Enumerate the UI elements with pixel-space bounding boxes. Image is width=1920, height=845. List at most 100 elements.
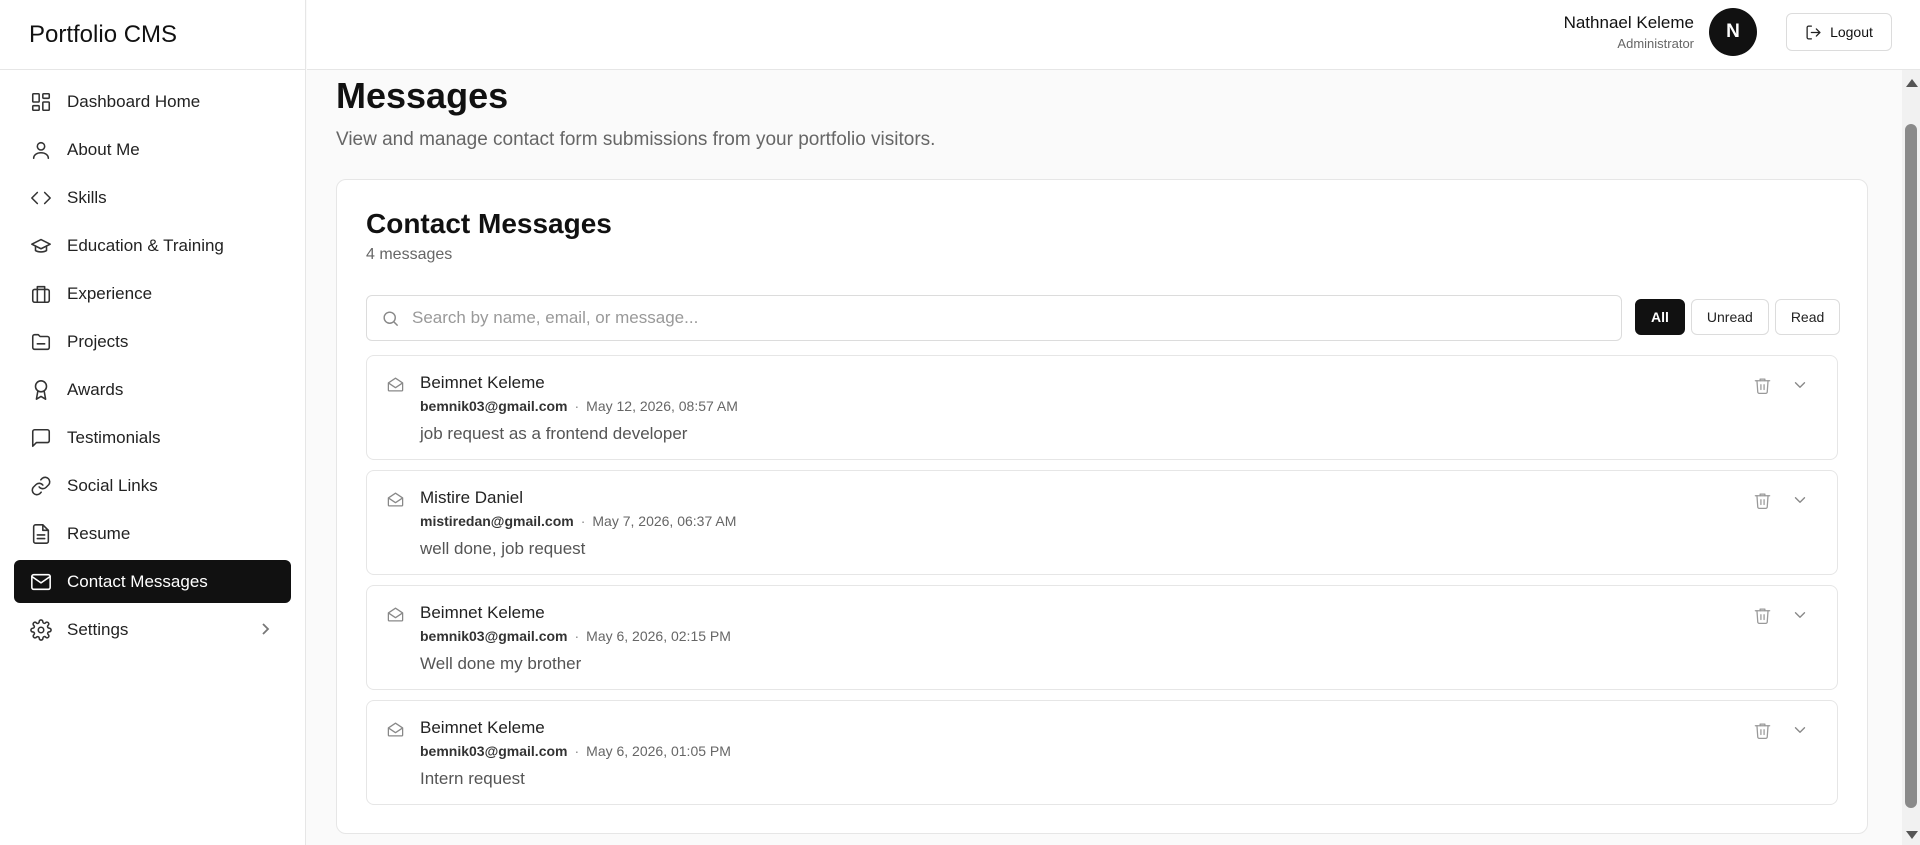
sidebar-item-skills[interactable]: Skills	[14, 176, 291, 219]
sender-email: bemnik03@gmail.com	[420, 743, 568, 759]
scroll-up-arrow-icon[interactable]	[1906, 79, 1918, 87]
scrollbar[interactable]	[1902, 70, 1920, 845]
message-meta: bemnik03@gmail.com · May 6, 2026, 02:15 PM	[420, 628, 731, 644]
user-name: Nathnael Keleme	[1563, 13, 1694, 32]
link-icon	[29, 474, 53, 498]
card-title: Contact Messages	[366, 208, 612, 239]
sidebar-item-dashboard-home[interactable]: Dashboard Home	[14, 80, 291, 123]
message-square-icon	[29, 426, 53, 450]
sidebar-item-label: Education & Training	[67, 235, 224, 255]
logout-icon	[1806, 24, 1821, 40]
filter-all-button[interactable]: All	[1635, 299, 1685, 335]
message-count: 4 messages	[366, 246, 453, 263]
sender-name: Beimnet Keleme	[420, 603, 545, 622]
separator-dot: ·	[574, 398, 580, 414]
chevron-down-icon[interactable]	[1791, 491, 1811, 511]
dashboard-icon	[29, 90, 53, 114]
separator-dot: ·	[580, 513, 586, 529]
sidebar-item-label: Projects	[67, 331, 129, 351]
sidebar-item-label: Skills	[67, 187, 107, 207]
user-info: Nathnael Keleme Administrator	[1564, 13, 1694, 51]
sidebar-item-education[interactable]: Education & Training	[14, 224, 291, 267]
code-icon	[29, 186, 53, 210]
sender-name: Mistire Daniel	[420, 488, 523, 507]
message-item[interactable]: Mistire Daniel mistiredan@gmail.com · May …	[366, 470, 1838, 575]
sidebar-item-settings[interactable]: Settings	[14, 608, 291, 651]
chevron-down-icon[interactable]	[1791, 606, 1811, 626]
folder-icon	[29, 330, 53, 354]
search-box	[366, 295, 1622, 341]
sidebar-item-label: Social Links	[67, 475, 158, 495]
mail-open-icon	[386, 375, 406, 395]
message-item[interactable]: Beimnet Keleme bemnik03@gmail.com · May 6,…	[366, 700, 1838, 805]
briefcase-icon	[29, 282, 53, 306]
file-text-icon	[29, 522, 53, 546]
filter-group: All Unread Read	[1635, 299, 1841, 335]
message-date: May 6, 2026, 02:15 PM	[586, 628, 731, 644]
scrollbar-thumb[interactable]	[1905, 124, 1917, 808]
sidebar-nav: Dashboard Home About Me Skills Education…	[0, 70, 305, 666]
mail-open-icon	[386, 720, 406, 740]
mail-open-icon	[386, 605, 406, 625]
sidebar-item-label: About Me	[67, 139, 140, 159]
sidebar-item-label: Experience	[67, 283, 153, 303]
separator-dot: ·	[574, 743, 580, 759]
filter-unread-button[interactable]: Unread	[1690, 299, 1769, 335]
contact-messages-card: Contact Messages 4 messages All Unread R…	[336, 179, 1868, 834]
message-preview: job request as a frontend developer	[420, 424, 688, 443]
award-icon	[29, 378, 53, 402]
sidebar-item-contact-messages[interactable]: Contact Messages	[14, 560, 291, 603]
user-role: Administrator	[1617, 36, 1694, 51]
message-meta: bemnik03@gmail.com · May 6, 2026, 01:05 PM	[420, 743, 731, 759]
sender-name: Beimnet Keleme	[420, 373, 545, 392]
sidebar-item-about-me[interactable]: About Me	[14, 128, 291, 171]
sidebar-item-label: Awards	[67, 379, 124, 399]
sidebar-item-label: Testimonials	[67, 427, 161, 447]
logout-label: Logout	[1830, 24, 1873, 40]
message-date: May 12, 2026, 08:57 AM	[586, 398, 738, 414]
main-content: Messages View and manage contact form su…	[336, 70, 1868, 834]
message-item[interactable]: Beimnet Keleme bemnik03@gmail.com · May 6,…	[366, 585, 1838, 690]
sender-email: bemnik03@gmail.com	[420, 398, 568, 414]
scroll-down-arrow-icon[interactable]	[1906, 831, 1918, 839]
chevron-down-icon[interactable]	[1791, 376, 1811, 396]
gear-icon	[29, 618, 53, 642]
sender-email: mistiredan@gmail.com	[420, 513, 574, 529]
logout-button[interactable]: Logout	[1786, 13, 1892, 51]
sidebar-item-resume[interactable]: Resume	[14, 512, 291, 555]
sidebar-item-projects[interactable]: Projects	[14, 320, 291, 363]
filter-read-button[interactable]: Read	[1774, 299, 1841, 335]
user-icon	[29, 138, 53, 162]
sidebar-item-label: Resume	[67, 523, 131, 543]
chevron-down-icon[interactable]	[1791, 721, 1811, 741]
avatar[interactable]: N	[1709, 8, 1757, 56]
sidebar-item-label: Contact Messages	[67, 571, 208, 591]
sidebar-item-awards[interactable]: Awards	[14, 368, 291, 411]
chevron-right-icon	[257, 621, 273, 637]
top-bar: Nathnael Keleme Administrator N Logout	[307, 0, 1920, 70]
message-preview: Intern request	[420, 769, 525, 788]
message-meta: mistiredan@gmail.com · May 7, 2026, 06:37 …	[420, 513, 736, 529]
sidebar-item-label: Dashboard Home	[67, 91, 201, 111]
message-list: Beimnet Keleme bemnik03@gmail.com · May 12…	[366, 355, 1838, 815]
trash-icon[interactable]	[1753, 376, 1773, 396]
trash-icon[interactable]	[1753, 606, 1773, 626]
message-preview: well done, job request	[420, 539, 586, 558]
message-date: May 6, 2026, 01:05 PM	[586, 743, 731, 759]
sidebar-item-label: Settings	[67, 619, 129, 639]
message-meta: bemnik03@gmail.com · May 12, 2026, 08:57 A…	[420, 398, 738, 414]
graduation-cap-icon	[29, 234, 53, 258]
trash-icon[interactable]	[1753, 491, 1773, 511]
trash-icon[interactable]	[1753, 721, 1773, 741]
sidebar-item-experience[interactable]: Experience	[14, 272, 291, 315]
mail-icon	[29, 570, 53, 594]
sender-email: bemnik03@gmail.com	[420, 628, 568, 644]
sidebar-item-testimonials[interactable]: Testimonials	[14, 416, 291, 459]
message-preview: Well done my brother	[420, 654, 582, 673]
page-title: Messages	[336, 75, 509, 116]
sidebar-item-social-links[interactable]: Social Links	[14, 464, 291, 507]
search-input[interactable]	[412, 308, 1621, 328]
message-item[interactable]: Beimnet Keleme bemnik03@gmail.com · May 12…	[366, 355, 1838, 460]
search-icon	[383, 310, 399, 326]
message-date: May 7, 2026, 06:37 AM	[592, 513, 737, 529]
